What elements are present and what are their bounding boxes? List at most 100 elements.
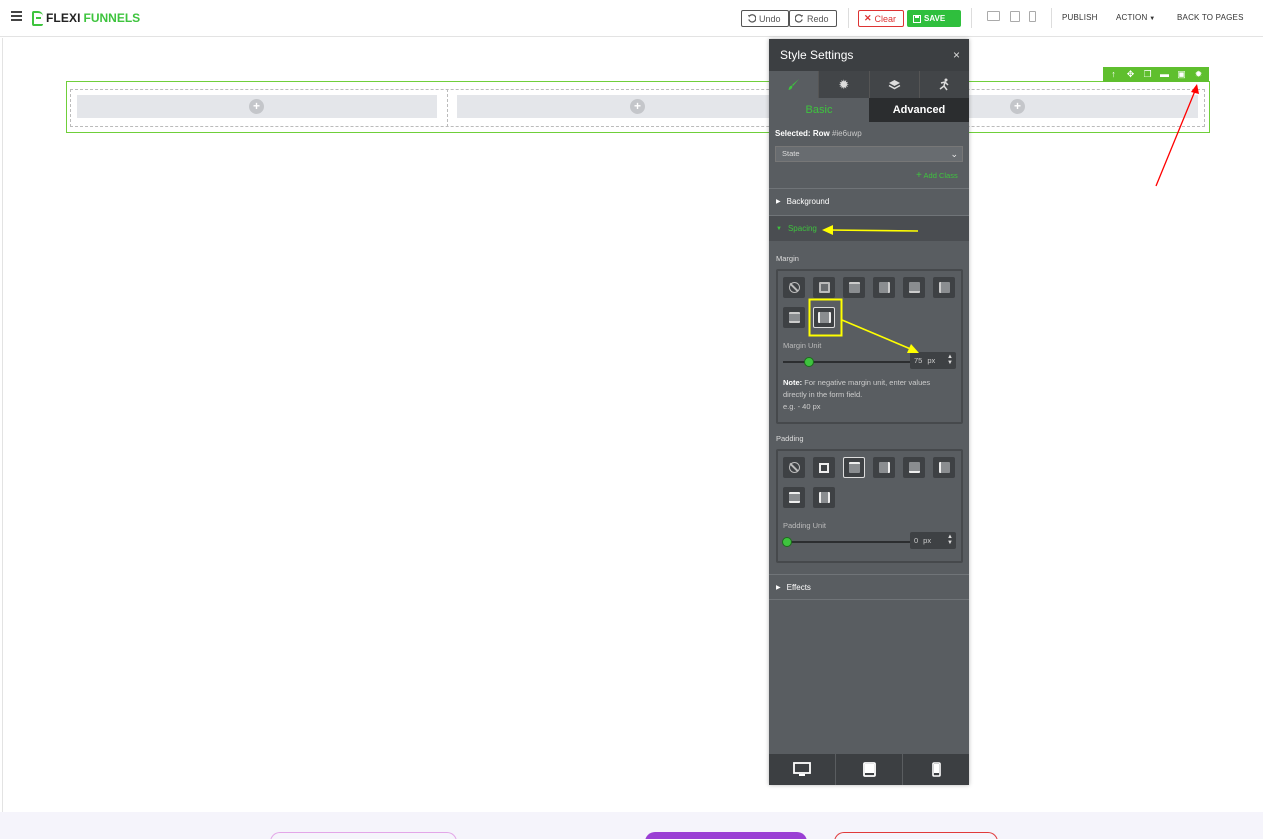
padding-slider-track[interactable] [783,541,911,543]
padding-horizontal-button[interactable] [813,487,835,508]
motion-icon [939,78,949,91]
action-dropdown[interactable]: ACTION ▼ [1116,13,1155,22]
padding-none-button[interactable] [783,457,805,478]
padding-left-button[interactable] [933,457,955,478]
padding-bottom-button[interactable] [903,457,925,478]
margin-none-button[interactable] [783,277,805,298]
selected-type: Row [812,129,830,138]
save-button[interactable]: SAVE [907,10,961,27]
tab-advanced[interactable]: Advanced [869,98,969,122]
column-3-dropzone[interactable] [968,95,1198,118]
gear-icon[interactable]: ✹ [1192,67,1206,82]
margin-value: 75 [914,356,923,365]
selected-id: #ie6uwp [831,129,862,138]
padding-value: 0 [914,536,919,545]
padding-right-icon [878,462,890,473]
add-class-link[interactable]: + Add Class [916,170,958,181]
logo-text-funnels: FUNNELS [83,11,141,25]
desktop-view-icon[interactable] [987,11,1000,21]
margin-slider-thumb[interactable] [804,357,814,367]
margin-left-button[interactable] [933,277,955,298]
close-icon[interactable]: × [953,48,960,62]
copy-icon[interactable]: ❐ [1141,67,1155,82]
column-2-dropzone[interactable] [457,95,769,118]
top-bar: FLEXI FUNNELS Undo Redo ✕ Clear SAVE PUB… [0,0,1263,37]
margin-slider-track[interactable] [783,361,911,363]
padding-vertical-button[interactable] [783,487,805,508]
note-label: Note: [783,378,803,387]
tablet-icon [862,762,876,777]
floppy-icon [913,14,921,23]
state-select[interactable]: State ⌄ [775,146,963,162]
redo-button[interactable]: Redo [789,10,837,27]
add-element-button-1[interactable]: + [249,99,264,114]
spinner-icon[interactable]: ▲ ▼ [947,354,953,366]
selected-element-label: Selected: Row #ie6uwp [775,129,862,138]
caret-down-icon: ▼ [776,225,782,232]
footer-desktop-button[interactable] [769,754,836,785]
publish-link[interactable]: PUBLISH [1062,13,1098,22]
section-spacing[interactable]: ▼ Spacing [769,215,969,241]
save-label: SAVE [924,14,946,23]
sub-tabs: Basic Advanced [769,98,969,122]
action-label: ACTION [1116,13,1148,22]
margin-all-button[interactable] [813,277,835,298]
padding-top-button[interactable] [843,457,865,478]
add-element-button-2[interactable]: + [630,99,645,114]
margin-vertical-button[interactable] [783,307,805,328]
logo: FLEXI FUNNELS [32,10,140,26]
clear-label: Clear [874,13,897,24]
hamburger-menu-icon[interactable] [11,10,23,22]
footer-tablet-button[interactable] [836,754,903,785]
section-background[interactable]: ▶ Background [769,188,969,214]
bottom-red-element [834,832,998,839]
margin-label: Margin [776,254,799,263]
clear-button[interactable]: ✕ Clear [858,10,904,27]
trash-icon[interactable]: ▬ [1158,67,1172,82]
mobile-icon [931,762,941,777]
margin-right-button[interactable] [873,277,895,298]
bottom-section [0,812,1263,839]
mobile-view-icon[interactable] [1029,11,1036,22]
canvas-edge [2,38,3,812]
tab-basic[interactable]: Basic [769,98,869,122]
x-icon: ✕ [864,13,872,23]
ban-icon [788,462,800,473]
padding-unit: px [923,536,932,545]
arrow-up-icon[interactable]: ↑ [1107,67,1121,82]
tab-style[interactable] [769,71,820,98]
padding-right-button[interactable] [873,457,895,478]
margin-horizontal-button[interactable] [813,307,835,328]
tablet-view-icon[interactable] [1010,11,1020,22]
move-icon[interactable]: ✥ [1124,67,1138,82]
back-to-pages-link[interactable]: BACK TO PAGES [1177,13,1244,22]
padding-all-button[interactable] [813,457,835,478]
margin-bottom-button[interactable] [903,277,925,298]
chevron-down-icon: ⌄ [950,149,958,159]
section-effects[interactable]: ▶ Effects [769,574,969,600]
add-element-button-3[interactable]: + [1010,99,1025,114]
padding-label: Padding [776,434,804,443]
panel-tabs: ✹ [769,71,969,98]
undo-button[interactable]: Undo [741,10,789,27]
brush-icon [788,79,800,90]
divider [848,8,849,28]
margin-value-input[interactable]: 75 px ▲ ▼ [910,352,956,369]
tab-settings[interactable]: ✹ [819,71,870,98]
section-background-label: Background [786,197,830,206]
padding-slider-thumb[interactable] [782,537,792,547]
footer-mobile-button[interactable] [903,754,969,785]
margin-top-button[interactable] [843,277,865,298]
desktop-icon [793,762,811,776]
tab-animation[interactable] [920,71,969,98]
padding-value-input[interactable]: 0 px ▲ ▼ [910,532,956,549]
panel-title: Style Settings [780,48,854,62]
margin-horizontal-icon [817,312,831,323]
tab-layers[interactable] [870,71,920,98]
save-icon[interactable]: ▣ [1175,67,1189,82]
bottom-purple-button[interactable] [645,832,807,839]
caret-right-icon: ▶ [776,199,781,205]
spinner-icon[interactable]: ▲ ▼ [947,534,953,546]
undo-icon [747,14,756,23]
logo-text-flexi: FLEXI [46,11,81,25]
